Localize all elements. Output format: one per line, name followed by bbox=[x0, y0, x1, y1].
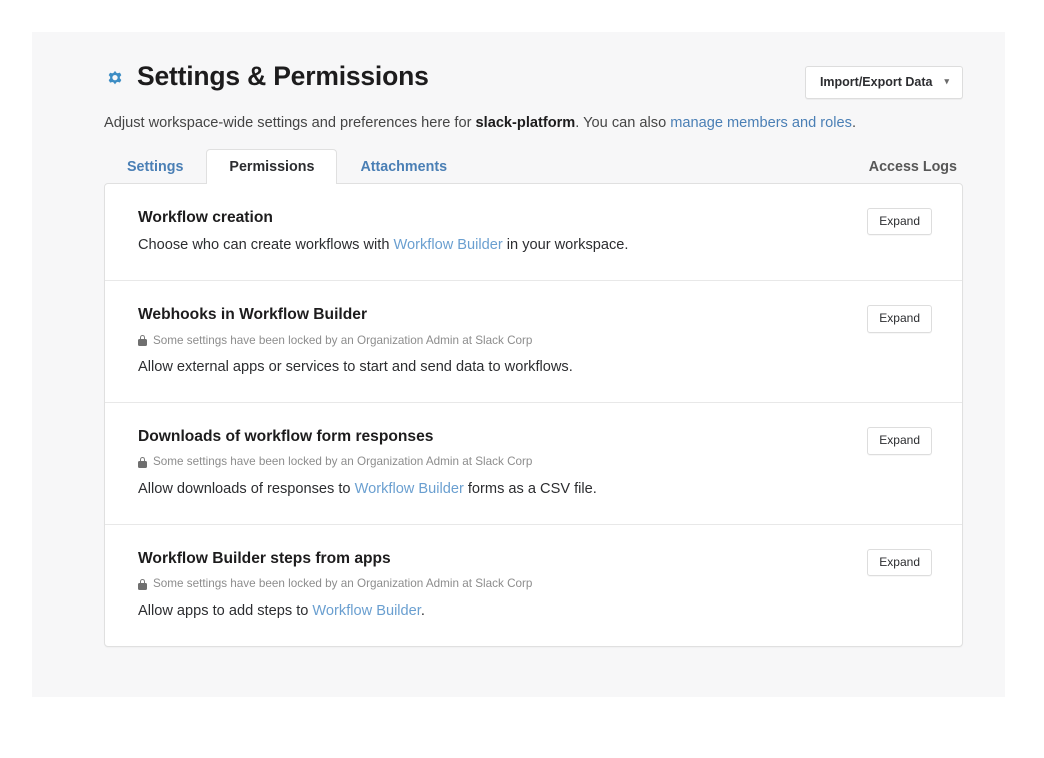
tab-permissions[interactable]: Permissions bbox=[206, 149, 337, 184]
setting-description: Allow downloads of responses to Workflow… bbox=[138, 479, 932, 500]
chevron-down-icon: ▾ bbox=[944, 77, 949, 86]
page-title: Settings & Permissions bbox=[137, 62, 429, 91]
description-prefix: Allow apps to add steps to bbox=[138, 603, 312, 619]
workflow-builder-link[interactable]: Workflow Builder bbox=[312, 603, 420, 619]
tabs-spacer bbox=[470, 149, 847, 184]
tab-attachments[interactable]: Attachments bbox=[337, 149, 470, 184]
manage-members-and-roles-link[interactable]: manage members and roles bbox=[670, 115, 852, 131]
page-header: Settings & Permissions Import/Export Dat… bbox=[104, 62, 963, 99]
lock-icon bbox=[138, 457, 147, 468]
setting-row-workflow-builder-steps-from-apps: Workflow Builder steps from apps Some se… bbox=[105, 525, 962, 646]
setting-row-workflow-creation: Workflow creation Choose who can create … bbox=[105, 184, 962, 281]
workspace-name: slack-platform bbox=[476, 115, 576, 131]
locked-setting-notice: Some settings have been locked by an Org… bbox=[138, 454, 932, 470]
locked-notice-text: Some settings have been locked by an Org… bbox=[153, 333, 532, 349]
locked-notice-text: Some settings have been locked by an Org… bbox=[153, 454, 532, 470]
permissions-card: Workflow creation Choose who can create … bbox=[104, 183, 963, 647]
setting-row-downloads-of-workflow-form-responses: Downloads of workflow form responses Som… bbox=[105, 403, 962, 525]
locked-setting-notice: Some settings have been locked by an Org… bbox=[138, 576, 932, 592]
description-suffix: forms as a CSV file. bbox=[464, 481, 597, 497]
expand-button[interactable]: Expand bbox=[867, 427, 932, 454]
gear-icon bbox=[104, 67, 126, 89]
setting-row-webhooks-in-workflow-builder: Webhooks in Workflow Builder Some settin… bbox=[105, 281, 962, 403]
page-root: Settings & Permissions Import/Export Dat… bbox=[0, 0, 1044, 758]
locked-notice-text: Some settings have been locked by an Org… bbox=[153, 576, 532, 592]
setting-title: Workflow creation bbox=[138, 208, 932, 228]
subtitle-middle: . You can also bbox=[575, 115, 670, 131]
setting-description: Choose who can create workflows with Wor… bbox=[138, 235, 932, 256]
import-export-label: Import/Export Data bbox=[820, 75, 933, 89]
description-suffix: in your workspace. bbox=[503, 237, 629, 253]
import-export-data-button[interactable]: Import/Export Data ▾ bbox=[805, 66, 963, 99]
workflow-builder-link[interactable]: Workflow Builder bbox=[394, 237, 503, 253]
description-prefix: Choose who can create workflows with bbox=[138, 237, 394, 253]
lock-icon bbox=[138, 579, 147, 590]
setting-description: Allow external apps or services to start… bbox=[138, 357, 932, 378]
description-prefix: Allow external apps or services to start… bbox=[138, 359, 573, 375]
setting-description: Allow apps to add steps to Workflow Buil… bbox=[138, 601, 932, 622]
page-subtitle: Adjust workspace-wide settings and prefe… bbox=[104, 113, 856, 134]
expand-button[interactable]: Expand bbox=[867, 305, 932, 332]
workflow-builder-link[interactable]: Workflow Builder bbox=[355, 481, 464, 497]
setting-title: Webhooks in Workflow Builder bbox=[138, 305, 932, 325]
description-prefix: Allow downloads of responses to bbox=[138, 481, 355, 497]
subtitle-suffix: . bbox=[852, 115, 856, 131]
expand-button[interactable]: Expand bbox=[867, 208, 932, 235]
lock-icon bbox=[138, 335, 147, 346]
page-title-group: Settings & Permissions bbox=[104, 62, 429, 91]
setting-title: Downloads of workflow form responses bbox=[138, 427, 932, 447]
locked-setting-notice: Some settings have been locked by an Org… bbox=[138, 333, 932, 349]
tab-settings[interactable]: Settings bbox=[104, 149, 206, 184]
setting-title: Workflow Builder steps from apps bbox=[138, 549, 932, 569]
expand-button[interactable]: Expand bbox=[867, 549, 932, 576]
description-suffix: . bbox=[421, 603, 425, 619]
settings-tabs: Settings Permissions Attachments Access … bbox=[104, 149, 963, 184]
tab-access-logs[interactable]: Access Logs bbox=[847, 149, 963, 184]
settings-panel: Settings & Permissions Import/Export Dat… bbox=[32, 32, 1005, 697]
subtitle-prefix: Adjust workspace-wide settings and prefe… bbox=[104, 115, 476, 131]
